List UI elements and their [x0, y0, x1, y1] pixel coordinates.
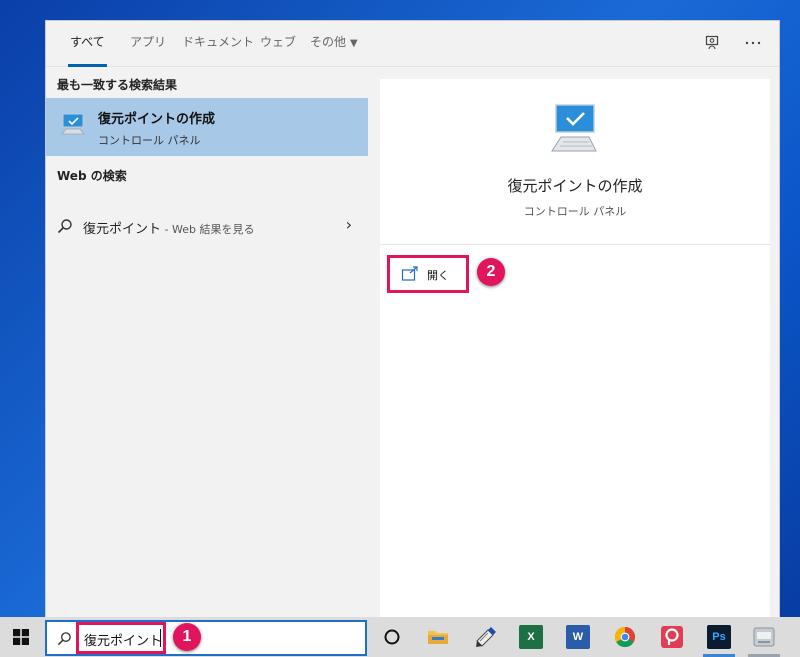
search-panel: すべて アプリ ドキュメント ウェブ その他 ▼ 最も一致する検索結果 復元ポイン…: [45, 20, 780, 620]
best-match-heading: 最も一致する検索結果: [57, 78, 178, 92]
preview-divider: [380, 244, 770, 245]
step-badge-2: 2: [477, 258, 505, 286]
tab-documents[interactable]: ドキュメント: [182, 21, 254, 67]
control-panel-app-icon[interactable]: [752, 625, 776, 649]
more-options-icon[interactable]: [741, 31, 765, 55]
windows-start-icon[interactable]: [13, 629, 29, 649]
notepad-app-icon[interactable]: [474, 625, 498, 649]
web-search-hint: - Web 結果を見る: [161, 223, 255, 236]
preview-pane: 復元ポイントの作成 コントロール パネル 開く: [380, 79, 770, 620]
results-list: 最も一致する検索結果 復元ポイントの作成 コントロール パネル Web の検索 …: [46, 68, 368, 620]
chrome-browser-icon[interactable]: [613, 625, 637, 649]
preview-subtitle: コントロール パネル: [523, 205, 627, 218]
task-view-icon[interactable]: [380, 625, 404, 649]
tab-more-label: その他: [310, 35, 347, 49]
web-search-query: 復元ポイント: [83, 222, 162, 237]
photoshop-app-icon[interactable]: Ps: [707, 625, 731, 649]
search-icon: [57, 631, 72, 650]
search-input[interactable]: 復元ポイント: [84, 630, 162, 649]
word-app-icon[interactable]: W: [566, 625, 590, 649]
tab-apps[interactable]: アプリ: [130, 21, 166, 67]
text-cursor: [160, 629, 161, 647]
screenshot-app-icon[interactable]: [660, 625, 684, 649]
step-badge-1: 1: [173, 623, 201, 651]
search-tabs: すべて アプリ ドキュメント ウェブ その他 ▼: [46, 21, 779, 67]
open-window-icon: [401, 266, 419, 286]
feedback-icon[interactable]: [701, 31, 725, 55]
monitor-icon-large: [548, 101, 604, 161]
search-icon: [57, 218, 73, 238]
best-match-subtitle: コントロール パネル: [98, 134, 201, 147]
caret-down-icon: ▼: [350, 38, 358, 49]
excel-app-icon[interactable]: X: [519, 625, 543, 649]
tab-all[interactable]: すべて: [68, 21, 107, 67]
tab-web[interactable]: ウェブ: [260, 21, 296, 67]
best-match-title: 復元ポイントの作成: [98, 112, 216, 127]
chevron-right-icon: ›: [345, 215, 352, 234]
taskbar: 復元ポイント 1 X W Ps: [0, 617, 800, 657]
best-match-item[interactable]: 復元ポイントの作成 コントロール パネル: [46, 98, 368, 156]
file-explorer-icon[interactable]: [426, 625, 450, 649]
open-button[interactable]: 開く: [387, 255, 469, 293]
taskbar-search-box[interactable]: 復元ポイント: [45, 620, 367, 656]
preview-title: 復元ポイントの作成: [507, 177, 643, 195]
web-search-heading: Web の検索: [57, 169, 127, 183]
monitor-icon: [60, 110, 88, 142]
tab-more[interactable]: その他 ▼: [310, 21, 358, 67]
web-search-result[interactable]: 復元ポイント - Web 結果を見る ›: [46, 211, 368, 241]
open-label: 開く: [427, 269, 449, 282]
